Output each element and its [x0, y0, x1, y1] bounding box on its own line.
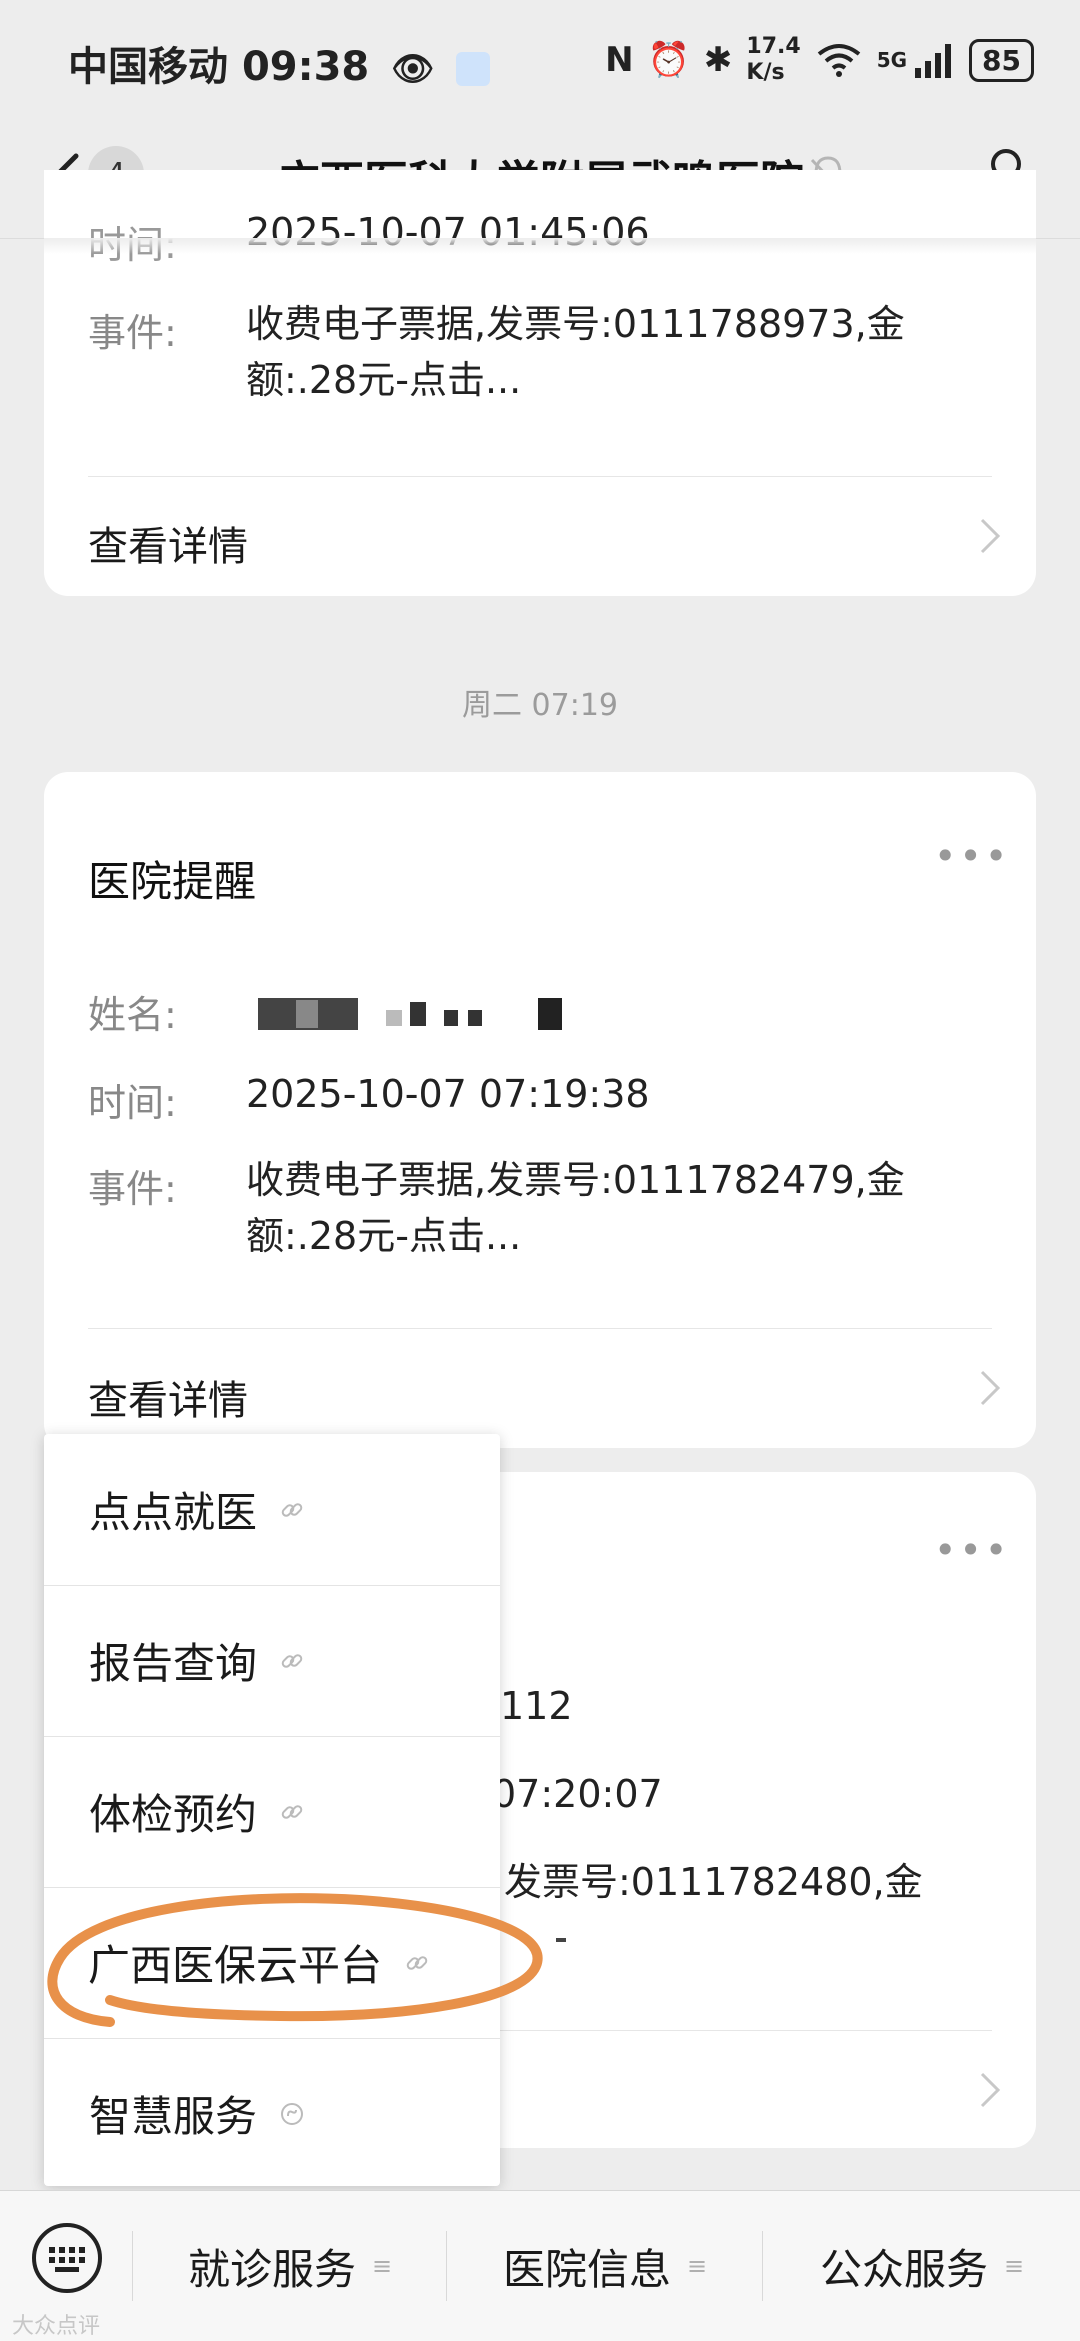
view-details-link[interactable]: 查看详情: [44, 1330, 1036, 1448]
time-value: 2025-10-07 07:19:38: [246, 1072, 650, 1116]
service-popup-menu: 点点就医 报告查询 体检预约 广西医保云平台 智慧服务: [44, 1434, 500, 2186]
time-fragment: 07:20:07: [492, 1772, 663, 1816]
name-value-redacted: [258, 994, 574, 1034]
menu-item-label: 体检预约: [89, 1790, 258, 1839]
tab-separator: [132, 2231, 133, 2301]
tab-separator: [446, 2231, 447, 2301]
submenu-lines-icon: ≡: [686, 2252, 708, 2280]
calendar-icon: [456, 52, 491, 86]
more-options-icon[interactable]: •••: [934, 834, 1010, 878]
event-fragment: 发票号:0111782480,金: [504, 1860, 923, 1904]
event-line-1: 收费电子票据,发票号:0111782479,金: [246, 1158, 905, 1202]
name-label: 姓名:: [88, 993, 177, 1037]
message-timestamp: 周二 07:19: [462, 688, 618, 723]
eye-icon: 👁: [391, 49, 435, 89]
tab-label: 就诊服务: [187, 2244, 356, 2294]
tab-label: 公众服务: [819, 2244, 988, 2294]
card-divider: [88, 1328, 992, 1329]
menu-item-label: 报告查询: [89, 1639, 258, 1688]
status-bar: 中国移动 09:38 👁 N ⏰ ✱ 17.4 K/s 5G 85: [0, 0, 1080, 120]
message-card-1: 时间: 2025-10-07 01:45:06 事件: 收费电子票据,发票号:0…: [44, 170, 1036, 596]
network-type: 5G: [876, 48, 908, 72]
tab-hospital-info[interactable]: 医院信息 ≡: [448, 2191, 762, 2341]
menu-item-diandian-jiuyi[interactable]: 点点就医: [44, 1434, 500, 1586]
link-icon: [281, 1804, 303, 1819]
chevron-right-icon: [980, 2072, 1001, 2108]
name-fragment: 112: [500, 1684, 573, 1728]
link-icon: [281, 1653, 303, 1668]
clock: 09:38: [241, 44, 370, 90]
wifi-icon: [817, 44, 860, 77]
time-label: 时间:: [88, 1081, 177, 1125]
tab-label: 医院信息: [502, 2244, 671, 2294]
link-icon: [281, 1502, 303, 1517]
menu-item-label: 点点就医: [89, 1488, 258, 1537]
event-line-2: 额:.28元-点击...: [246, 1214, 522, 1258]
menu-item-label: 智慧服务: [89, 2092, 258, 2141]
watermark: 大众点评: [12, 2314, 101, 2339]
status-right: N ⏰ ✱ 17.4 K/s 5G 85: [605, 34, 1034, 86]
message-card-2: 医院提醒 ••• 姓名: 时间: 2025-10-07 07:19:38 事件:…: [44, 772, 1036, 1448]
net-speed: 17.4 K/s: [746, 34, 801, 85]
alarm-icon: ⏰: [647, 40, 690, 80]
top-fade: [44, 238, 1036, 254]
event-line-1: 收费电子票据,发票号:0111788973,金: [246, 302, 905, 346]
menu-item-smart-service[interactable]: 智慧服务: [44, 2038, 500, 2189]
view-details-label: 查看详情: [88, 524, 248, 570]
tab-separator: [762, 2231, 763, 2301]
status-left: 中国移动 09:38 👁: [68, 34, 491, 92]
event-fragment-tail: [556, 1938, 566, 1942]
card-title: 医院提醒: [88, 857, 257, 906]
submenu-lines-icon: ≡: [1003, 2252, 1025, 2280]
chevron-right-icon: [980, 518, 1001, 554]
carrier: 中国移动: [68, 44, 228, 90]
mini-program-icon: [281, 2102, 304, 2125]
event-label: 事件:: [88, 311, 177, 355]
highlight-circle-annotation: [47, 1893, 543, 2027]
signal-icon: [915, 44, 952, 78]
nfc-icon: N: [605, 40, 634, 80]
submenu-lines-icon: ≡: [371, 2252, 393, 2280]
event-line-2: 额:.28元-点击...: [246, 358, 522, 402]
view-details-label: 查看详情: [88, 1378, 248, 1424]
event-label: 事件:: [88, 1167, 177, 1211]
bluetooth-icon: ✱: [703, 40, 733, 80]
tab-clinic-services[interactable]: 就诊服务 ≡: [134, 2191, 446, 2341]
bottom-menu-bar: 就诊服务 ≡ 医院信息 ≡ 公众服务 ≡: [0, 2190, 1080, 2341]
tab-public-services[interactable]: 公众服务 ≡: [764, 2191, 1080, 2341]
card-divider: [88, 476, 992, 477]
more-options-icon[interactable]: •••: [934, 1528, 1010, 1572]
view-details-link[interactable]: 查看详情: [44, 478, 1036, 596]
menu-item-report-query[interactable]: 报告查询: [44, 1585, 500, 1737]
battery-level: 85: [969, 38, 1034, 82]
chevron-right-icon: [980, 1370, 1001, 1406]
menu-item-checkup-booking[interactable]: 体检预约: [44, 1736, 500, 1888]
keyboard-toggle-icon[interactable]: [30, 2221, 104, 2295]
